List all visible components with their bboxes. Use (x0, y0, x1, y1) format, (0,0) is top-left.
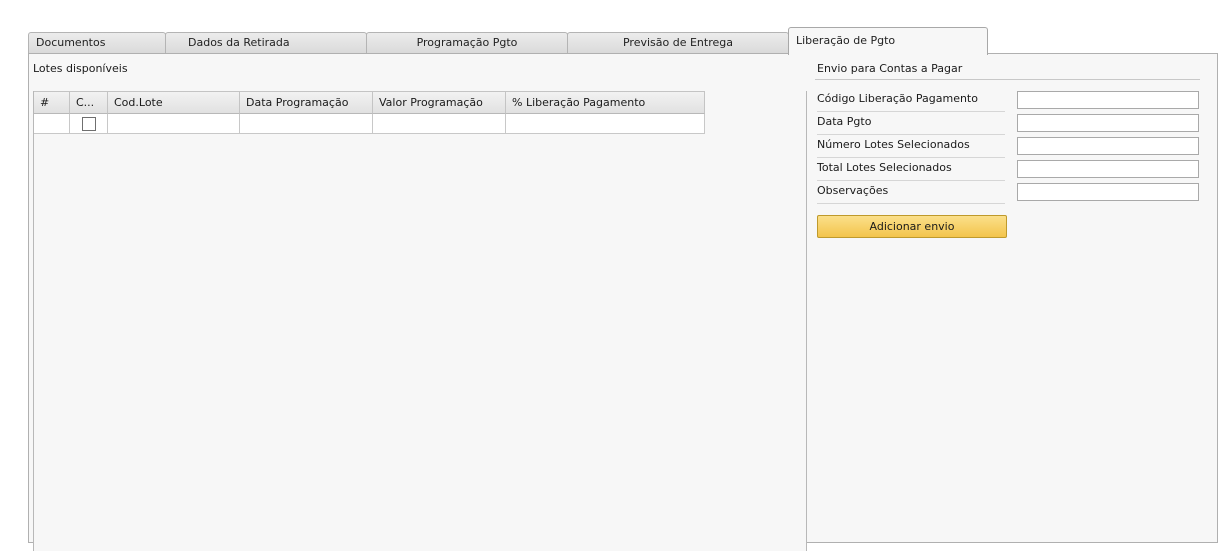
total-lotes-input[interactable] (1017, 160, 1199, 178)
codigo-liberacao-input[interactable] (1017, 91, 1199, 109)
form-row-data-pgto: Data Pgto (815, 112, 1215, 135)
form-row-total-lotes: Total Lotes Selecionados (815, 158, 1215, 181)
grid-header-row: # C... Cod.Lote Data Programação Valor P… (34, 91, 705, 114)
observacoes-input[interactable] (1017, 183, 1199, 201)
sap-form-window: Documentos Dados da Retirada Programação… (0, 0, 1223, 551)
tab-label: Liberação de Pgto (796, 34, 896, 47)
tab-strip: Documentos Dados da Retirada Programação… (28, 27, 1218, 55)
cell-cod-lote[interactable] (108, 114, 240, 134)
column-header-perc-liberacao[interactable]: % Liberação Pagamento (506, 91, 705, 114)
form-row-observacoes: Observações (815, 181, 1215, 204)
table-row (34, 114, 705, 134)
column-header-check[interactable]: C... (70, 91, 108, 114)
tab-label: Dados da Retirada (188, 36, 290, 49)
adicionar-envio-button[interactable]: Adicionar envio (817, 215, 1007, 238)
numero-lotes-input[interactable] (1017, 137, 1199, 155)
tab-label: Programação Pgto (416, 36, 518, 49)
column-header-num[interactable]: # (34, 91, 70, 114)
form-row-numero-lotes: Número Lotes Selecionados (815, 135, 1215, 158)
section-title-lotes: Lotes disponíveis (33, 62, 128, 75)
tab-dados-da-retirada[interactable]: Dados da Retirada (165, 32, 367, 54)
tab-label: Previsão de Entrega (622, 36, 733, 49)
tab-label: Documentos (36, 36, 106, 49)
lotes-grid-area: # C... Cod.Lote Data Programação Valor P… (33, 91, 807, 551)
cell-num (34, 114, 70, 134)
field-label: Data Pgto (817, 112, 1005, 135)
row-checkbox[interactable] (82, 117, 96, 131)
data-pgto-input[interactable] (1017, 114, 1199, 132)
tab-programacao-pgto[interactable]: Programação Pgto (366, 32, 568, 54)
field-label: Observações (817, 181, 1005, 204)
column-header-data-programacao[interactable]: Data Programação (240, 91, 373, 114)
field-label: Total Lotes Selecionados (817, 158, 1005, 181)
field-label: Código Liberação Pagamento (817, 89, 1005, 112)
tab-liberacao-de-pgto[interactable]: Liberação de Pgto (788, 27, 988, 55)
tab-content-panel: Lotes disponíveis # C... Cod.Lote Data P… (28, 53, 1218, 551)
section-divider (815, 79, 1200, 80)
tab-previsao-de-entrega[interactable]: Previsão de Entrega (567, 32, 789, 54)
cell-valor-programacao[interactable] (373, 114, 506, 134)
tab-documentos[interactable]: Documentos (28, 32, 166, 54)
cell-check (70, 114, 108, 134)
section-title-envio: Envio para Contas a Pagar (817, 62, 963, 75)
column-header-cod-lote[interactable]: Cod.Lote (108, 91, 240, 114)
cell-perc-liberacao[interactable] (506, 114, 705, 134)
lotes-grid: # C... Cod.Lote Data Programação Valor P… (34, 91, 705, 134)
field-label: Número Lotes Selecionados (817, 135, 1005, 158)
form-row-codigo-liberacao: Código Liberação Pagamento (815, 89, 1215, 112)
cell-data-programacao[interactable] (240, 114, 373, 134)
column-header-valor-programacao[interactable]: Valor Programação (373, 91, 506, 114)
